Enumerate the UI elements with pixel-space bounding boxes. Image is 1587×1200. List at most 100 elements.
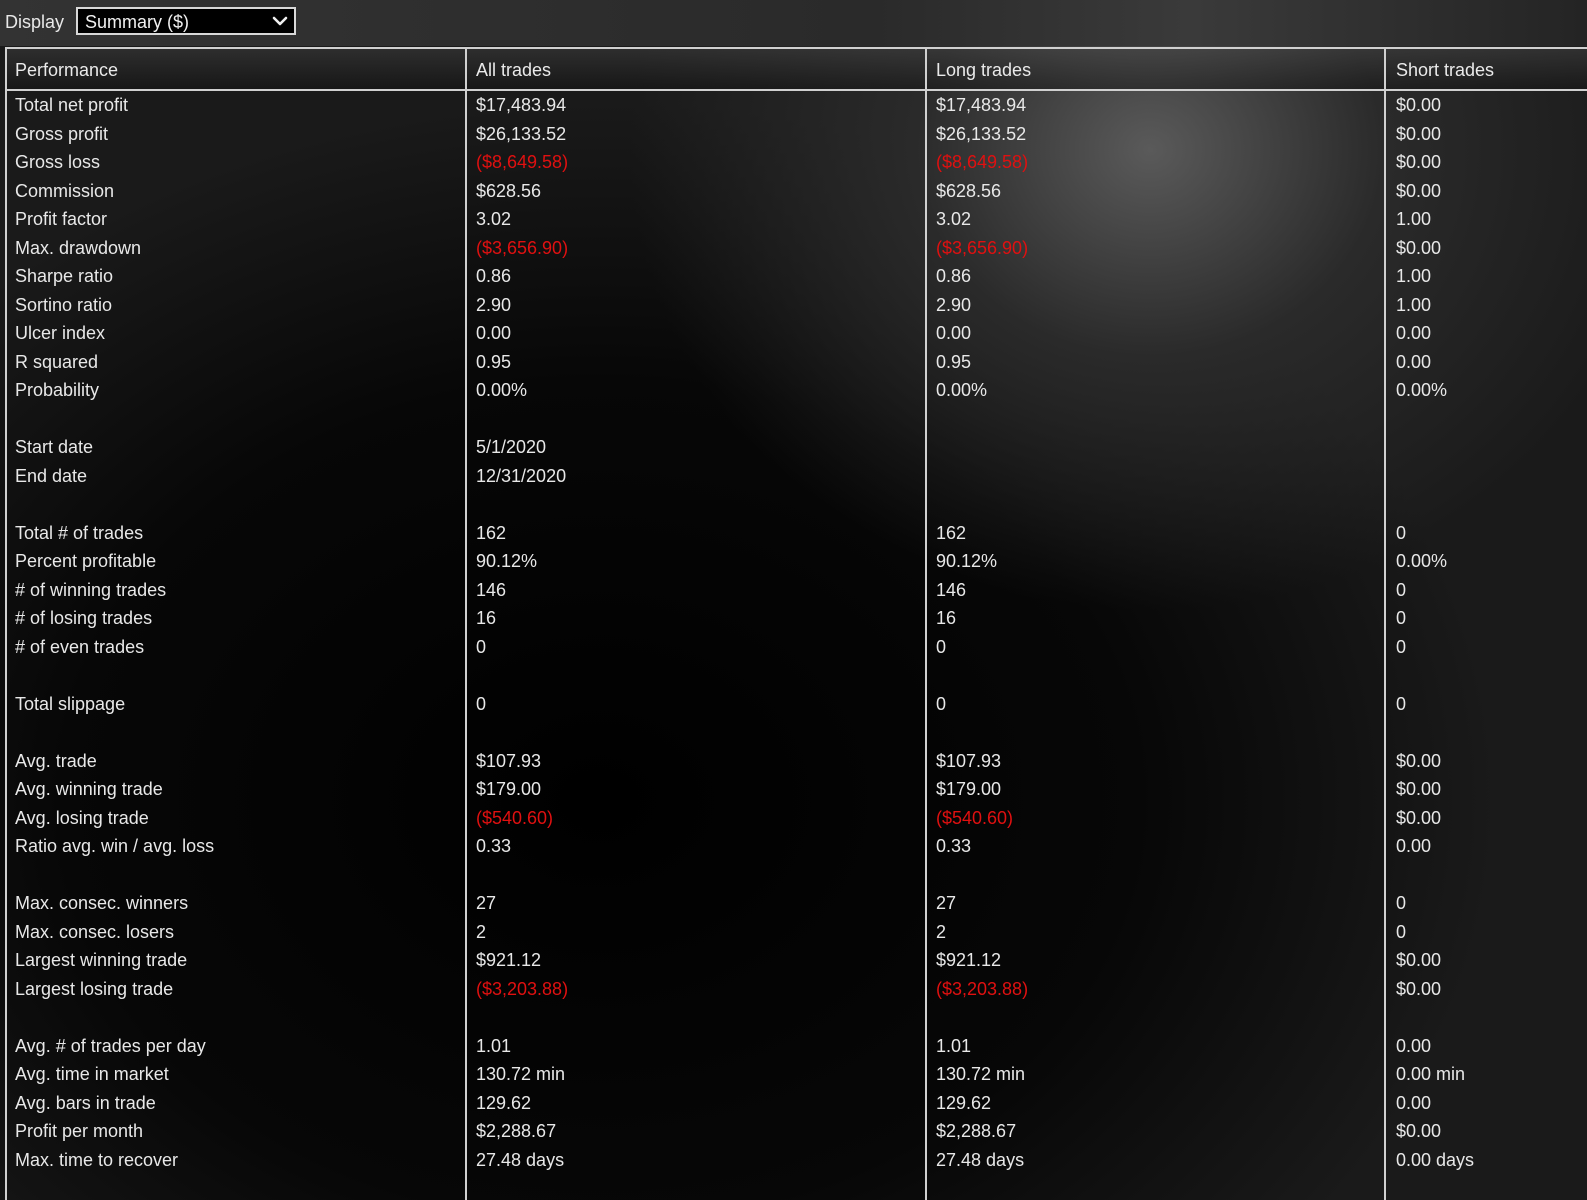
short-trades-value: $0.00	[1396, 95, 1442, 115]
long-trades-value: 16	[936, 608, 957, 628]
table-row[interactable]: Avg. winning trade $179.00 $179.00 $0.00	[0, 775, 1587, 804]
long-trades-value: $17,483.94	[936, 95, 1027, 115]
all-trades-value: 0	[476, 693, 487, 714]
row-label: Max. time to recover	[15, 1149, 179, 1170]
short-trades-value: 0	[1396, 893, 1407, 913]
row-spacer	[0, 861, 1587, 890]
long-trades-value: 162	[936, 522, 967, 543]
long-trades-value: $26,133.52	[936, 123, 1027, 144]
long-trades-value: 129.62	[936, 1092, 992, 1113]
row-label: Ratio avg. win / avg. loss	[15, 836, 215, 856]
all-trades-value: $921.12	[476, 950, 542, 970]
short-trades-value: 0.00	[1396, 1035, 1432, 1056]
row-label: Profit per month	[15, 1121, 144, 1141]
row-spacer	[0, 718, 1587, 747]
short-trades-value: 0	[1396, 579, 1407, 600]
table-row[interactable]: End date 12/31/2020	[0, 462, 1587, 491]
table-row[interactable]: R squared 0.95 0.95 0.00	[0, 348, 1587, 377]
table-row[interactable]: Avg. trade $107.93 $107.93 $0.00	[0, 747, 1587, 776]
short-trades-value: 0	[1396, 522, 1407, 543]
short-trades-value: $0.00	[1396, 779, 1442, 799]
short-trades-value: 0.00%	[1396, 380, 1448, 400]
column-header-short-trades[interactable]: Short trades	[1396, 60, 1494, 81]
long-trades-value: 0	[936, 693, 947, 714]
table-row[interactable]: Ratio avg. win / avg. loss 0.33 0.33 0.00	[0, 832, 1587, 861]
column-header-performance[interactable]: Performance	[15, 60, 118, 81]
table-row[interactable]: Max. time to recover 27.48 days 27.48 days…	[0, 1146, 1587, 1175]
table-row[interactable]: Profit per month $2,288.67 $2,288.67 $0.00	[0, 1117, 1587, 1146]
all-trades-value: 16	[476, 608, 497, 628]
row-label: Total net profit	[15, 95, 129, 115]
all-trades-value: $26,133.52	[476, 123, 567, 144]
short-trades-value: $0.00	[1396, 978, 1442, 999]
table-row[interactable]: Ulcer index 0.00 0.00 0.00	[0, 319, 1587, 348]
display-dropdown[interactable]: Summary ($)	[76, 7, 296, 35]
row-label: R squared	[15, 351, 99, 372]
row-label: Percent profitable	[15, 551, 157, 571]
table-row[interactable]: Commission $628.56 $628.56 $0.00	[0, 177, 1587, 206]
table-row[interactable]: Largest losing trade ($3,203.88) ($3,203.8…	[0, 975, 1587, 1004]
chevron-down-icon	[272, 16, 288, 26]
all-trades-value: $179.00	[476, 779, 542, 799]
toolbar: Display Summary ($)	[0, 0, 1587, 46]
all-trades-value: 146	[476, 579, 507, 600]
long-trades-value: 146	[936, 579, 967, 600]
table-row[interactable]: # of losing trades 16 16 0	[0, 604, 1587, 633]
table-row[interactable]: Probability 0.00% 0.00% 0.00%	[0, 376, 1587, 405]
table-row[interactable]: # of winning trades 146 146 0	[0, 576, 1587, 605]
all-trades-value: $2,288.67	[476, 1121, 557, 1141]
row-label: Ulcer index	[15, 323, 106, 343]
table-row[interactable]: # of even trades 0 0 0	[0, 633, 1587, 662]
row-spacer	[0, 1003, 1587, 1032]
short-trades-value: 0	[1396, 636, 1407, 657]
table-row[interactable]: Total # of trades 162 162 0	[0, 519, 1587, 548]
table-row[interactable]: Avg. bars in trade 129.62 129.62 0.00	[0, 1089, 1587, 1118]
all-trades-value: 12/31/2020	[476, 465, 567, 486]
table-row[interactable]: Avg. losing trade ($540.60) ($540.60) $0.00	[0, 804, 1587, 833]
short-trades-value: 1.00	[1396, 294, 1432, 315]
table-row[interactable]: Percent profitable 90.12% 90.12% 0.00%	[0, 547, 1587, 576]
column-header-long-trades[interactable]: Long trades	[936, 60, 1031, 81]
short-trades-value: 0.00	[1396, 836, 1432, 856]
row-label: Total # of trades	[15, 522, 144, 543]
table-row[interactable]: Profit factor 3.02 3.02 1.00	[0, 205, 1587, 234]
table-row[interactable]: Gross loss ($8,649.58) ($8,649.58) $0.00	[0, 148, 1587, 177]
table-row[interactable]: Avg. time in market 130.72 min 130.72 min 0…	[0, 1060, 1587, 1089]
long-trades-value: 2.90	[936, 294, 972, 315]
all-trades-value: 2	[476, 921, 487, 942]
short-trades-value: $0.00	[1396, 237, 1442, 258]
table-row[interactable]: Start date 5/1/2020	[0, 433, 1587, 462]
row-label: Max. drawdown	[15, 237, 142, 258]
row-label: Gross profit	[15, 123, 109, 144]
table-row[interactable]: Avg. # of trades per day 1.01 1.01 0.00	[0, 1032, 1587, 1061]
long-trades-value: ($3,656.90)	[936, 237, 1029, 258]
table-row[interactable]: Sortino ratio 2.90 2.90 1.00	[0, 291, 1587, 320]
long-trades-value: 0	[936, 636, 947, 657]
table-row[interactable]: Max. drawdown ($3,656.90) ($3,656.90) $0.00	[0, 234, 1587, 263]
table-row[interactable]: Max. consec. losers 2 2 0	[0, 918, 1587, 947]
row-label: Sharpe ratio	[15, 266, 114, 286]
long-trades-value: 0.95	[936, 351, 972, 372]
all-trades-value: 27	[476, 893, 497, 913]
table-row[interactable]: Sharpe ratio 0.86 0.86 1.00	[0, 262, 1587, 291]
row-spacer	[0, 405, 1587, 434]
short-trades-value: $0.00	[1396, 152, 1442, 172]
table-row[interactable]: Gross profit $26,133.52 $26,133.52 $0.00	[0, 120, 1587, 149]
all-trades-value: ($540.60)	[476, 807, 554, 828]
row-label: Profit factor	[15, 209, 108, 229]
row-spacer	[0, 490, 1587, 519]
short-trades-value: 0.00	[1396, 323, 1432, 343]
long-trades-value: $179.00	[936, 779, 1002, 799]
table-row[interactable]: Largest winning trade $921.12 $921.12 $0.00	[0, 946, 1587, 975]
all-trades-value: 0.86	[476, 266, 512, 286]
table-row[interactable]: Total net profit $17,483.94 $17,483.94 $0.0…	[0, 91, 1587, 120]
column-header-all-trades[interactable]: All trades	[476, 60, 551, 81]
table-row[interactable]: Max. consec. winners 27 27 0	[0, 889, 1587, 918]
all-trades-value: ($3,203.88)	[476, 978, 569, 999]
row-label: Max. consec. winners	[15, 893, 189, 913]
table-row[interactable]: Total slippage 0 0 0	[0, 690, 1587, 719]
long-trades-value: 27	[936, 893, 957, 913]
short-trades-value: $0.00	[1396, 950, 1442, 970]
all-trades-value: 27.48 days	[476, 1149, 565, 1170]
long-trades-value: 2	[936, 921, 947, 942]
